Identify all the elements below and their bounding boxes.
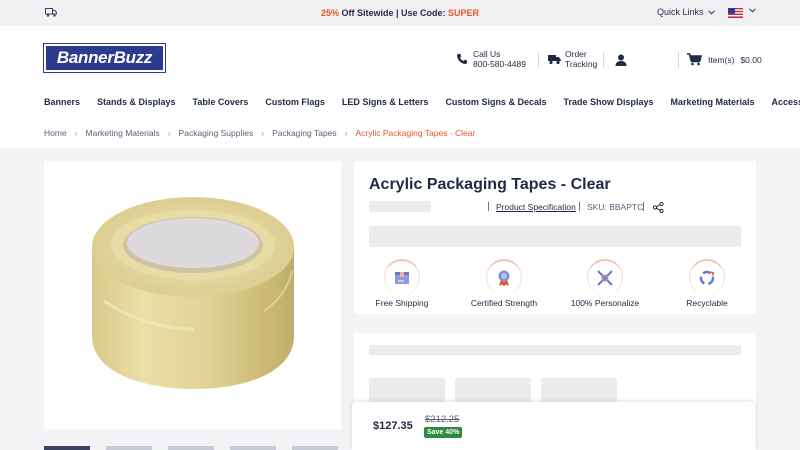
cart-total: $0.00: [740, 54, 762, 65]
product-image[interactable]: [44, 161, 341, 429]
quick-links-menu[interactable]: Quick Links: [657, 7, 715, 17]
feature-label: Free Shipping: [375, 298, 429, 308]
product-sku: SKU: BBAPTC: [587, 202, 644, 212]
call-label: Call Us: [473, 49, 501, 59]
site-header: BannerBuzz Call Us 800-580-4489 Order Tr…: [0, 26, 800, 148]
cart-label: Item(s): [708, 54, 735, 65]
nav-banners[interactable]: Banners: [44, 97, 80, 107]
promo-text: Off Sitewide | Use Code:: [338, 8, 449, 18]
original-price: $212.25: [425, 414, 460, 425]
breadcrumb-packaging-supplies[interactable]: Packaging Supplies: [179, 128, 254, 138]
divider: [603, 52, 604, 68]
nav-table-covers[interactable]: Table Covers: [193, 97, 249, 107]
track-line1: Order: [565, 49, 587, 59]
thumbnail[interactable]: [44, 446, 90, 450]
divider: [538, 52, 539, 68]
nav-stands-displays[interactable]: Stands & Displays: [97, 97, 176, 107]
cart-button[interactable]: Item(s) $0.00: [687, 53, 762, 66]
product-title: Acrylic Packaging Tapes - Clear: [369, 176, 611, 193]
shipping-box-icon: [395, 272, 409, 284]
feature-certified-strength: Certified Strength: [459, 259, 549, 308]
rating-placeholder: [369, 201, 431, 212]
chevron-right-icon: ›: [261, 128, 265, 138]
call-us[interactable]: Call Us 800-580-4489: [456, 49, 526, 69]
certified-badge-icon: [498, 270, 510, 286]
divider: [488, 202, 489, 211]
track-line2: Tracking: [565, 59, 598, 69]
divider: [579, 202, 580, 211]
feature-label: 100% Personalize: [570, 298, 640, 308]
price-bar: $127.35 $212.25 Save 40%: [352, 402, 755, 450]
recycle-icon: [699, 270, 715, 286]
chevron-right-icon: ›: [344, 128, 348, 138]
feature-free-shipping: Free Shipping: [357, 259, 447, 308]
discount-badge: Save 40%: [424, 427, 463, 438]
breadcrumb: Home › Marketing Materials › Packaging S…: [44, 128, 475, 138]
description-placeholder: [369, 226, 741, 247]
nav-custom-flags[interactable]: Custom Flags: [265, 97, 325, 107]
chevron-right-icon: ›: [167, 128, 171, 138]
user-icon[interactable]: [615, 54, 627, 66]
feature-recyclable: Recyclable: [662, 259, 752, 308]
us-flag-icon[interactable]: [728, 8, 743, 18]
thumbnail[interactable]: [168, 446, 214, 450]
cart-icon: [687, 53, 702, 66]
chevron-down-icon[interactable]: [749, 8, 756, 13]
logo-text: BannerBuzz: [46, 46, 163, 70]
chevron-down-icon: [707, 9, 715, 15]
promo-discount: 25%: [320, 8, 339, 18]
breadcrumb-marketing[interactable]: Marketing Materials: [86, 128, 160, 138]
breadcrumb-home[interactable]: Home: [44, 128, 67, 138]
nav-accessories[interactable]: Accessories: [772, 97, 800, 107]
feature-label: Certified Strength: [470, 298, 538, 308]
thumbnail-strip: [44, 446, 338, 450]
breadcrumb-current: Acrylic Packaging Tapes - Clear: [355, 128, 476, 138]
promo-code: SUPER: [448, 8, 480, 18]
options-placeholder: [369, 345, 741, 355]
top-bar: 25% Off Sitewide | Use Code: SUPER Quick…: [0, 0, 800, 26]
nav-trade-show[interactable]: Trade Show Displays: [563, 97, 653, 107]
nav-custom-signs[interactable]: Custom Signs & Decals: [445, 97, 546, 107]
product-specification-link[interactable]: Product Specification: [496, 202, 576, 212]
thumbnail[interactable]: [106, 446, 152, 450]
personalize-icon: [597, 270, 613, 286]
phone-icon: [457, 54, 467, 64]
nav-marketing[interactable]: Marketing Materials: [671, 97, 755, 107]
thumbnail[interactable]: [292, 446, 338, 450]
order-tracking[interactable]: Order Tracking: [548, 49, 597, 69]
feature-personalize: 100% Personalize: [560, 259, 650, 308]
feature-label: Recyclable: [686, 298, 728, 308]
main-nav: Banners Stands & Displays Table Covers C…: [44, 97, 800, 107]
quick-links-label: Quick Links: [657, 7, 704, 17]
chevron-right-icon: ›: [74, 128, 78, 138]
delivery-truck-icon: [548, 54, 561, 64]
divider: [643, 202, 644, 211]
tape-roll-image: [92, 197, 294, 389]
divider: [678, 52, 679, 68]
nav-led-signs[interactable]: LED Signs & Letters: [342, 97, 429, 107]
breadcrumb-packaging-tapes[interactable]: Packaging Tapes: [272, 128, 337, 138]
share-icon[interactable]: [653, 202, 664, 213]
call-number: 800-580-4489: [473, 59, 526, 69]
current-price: $127.35: [373, 420, 413, 432]
product-info-card: Acrylic Packaging Tapes - Clear Product …: [354, 161, 756, 314]
thumbnail[interactable]: [230, 446, 276, 450]
brand-logo[interactable]: BannerBuzz: [43, 43, 166, 73]
